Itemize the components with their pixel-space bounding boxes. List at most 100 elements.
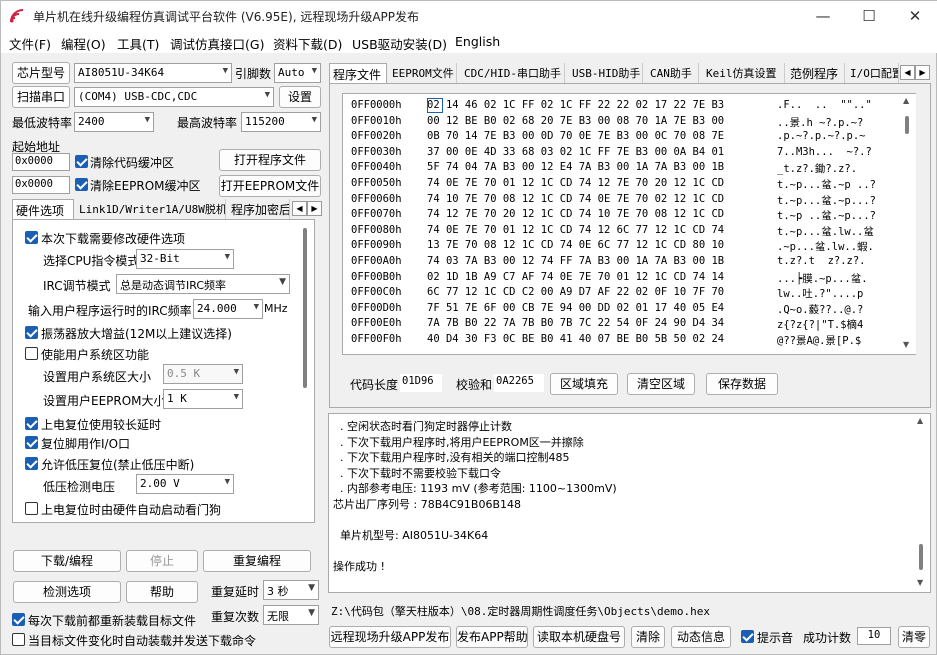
tab-scroll-right-icon[interactable]: ▶: [307, 201, 322, 216]
hex-row-bytes[interactable]: 02 14 46 02 1C FF 02 1C FF 22 22 02 17 2…: [427, 99, 724, 111]
scroll-up-icon[interactable]: ▲: [903, 96, 909, 105]
stop-button[interactable]: 停止: [126, 550, 198, 572]
lvd-voltage-label: 低压检测电压: [43, 480, 116, 494]
clear-eeprom-buffer-checkbox[interactable]: [75, 178, 88, 191]
irc-mode-select[interactable]: 总是动态调节IRC频率 ▼: [116, 274, 290, 294]
hex-row-bytes[interactable]: 5F 74 04 7A B3 00 12 E4 7A B3 00 1A 7A B…: [427, 161, 724, 173]
long-delay-checkbox[interactable]: [25, 417, 38, 430]
menu-download[interactable]: 资料下载(D): [273, 34, 342, 53]
tab-encryption[interactable]: 程序加密后: [228, 199, 290, 219]
open-program-file-button[interactable]: 打开程序文件: [219, 149, 321, 171]
beep-checkbox[interactable]: [741, 630, 754, 643]
reload-each-checkbox[interactable]: [12, 613, 25, 626]
tab-scroll-left-icon[interactable]: ◀: [900, 65, 915, 80]
tab-io-config[interactable]: I/O口配置: [847, 63, 899, 83]
tab-program-file[interactable]: 程序文件: [329, 63, 387, 83]
scroll-down-icon[interactable]: ▼: [903, 340, 909, 349]
max-baud-select[interactable]: 115200 ▼: [241, 112, 321, 132]
menu-file[interactable]: 文件(F): [9, 34, 51, 53]
menu-program[interactable]: 编程(O): [61, 34, 106, 53]
hex-editor[interactable]: 0FF0000h 02 14 46 02 1C FF 02 1C FF 22 22…: [342, 93, 916, 355]
menu-english[interactable]: English: [455, 34, 500, 49]
menu-debug[interactable]: 调试仿真接口(G): [170, 34, 264, 53]
irc-freq-input[interactable]: 24.000 ▼: [193, 299, 263, 319]
hex-scrollbar[interactable]: ▲ ▼: [899, 94, 916, 354]
check-options-button[interactable]: 检测选项: [13, 581, 121, 603]
hw-options-scroll-thumb[interactable]: [303, 228, 307, 388]
save-data-button[interactable]: 保存数据: [706, 373, 778, 395]
hex-row-bytes[interactable]: 74 03 7A B3 00 12 74 FF 7A B3 00 1A 7A B…: [427, 255, 724, 267]
cpu-mode-select[interactable]: 32-Bit ▼: [136, 249, 234, 269]
hex-row-bytes[interactable]: 74 0E 7E 70 01 12 1C CD 74 12 6C 77 12 1…: [427, 224, 724, 236]
hex-row-bytes[interactable]: 0B 70 14 7E B3 00 0D 70 0E 7E B3 00 0C 7…: [427, 130, 724, 142]
open-eeprom-file-button[interactable]: 打开EEPROM文件: [219, 175, 321, 197]
port-select[interactable]: (COM4) USB-CDC,CDC ▼: [74, 87, 274, 107]
lvd-voltage-select[interactable]: 2.00 V ▼: [136, 474, 234, 494]
log-scroll-thumb[interactable]: [919, 544, 923, 570]
osc-gain-checkbox[interactable]: [25, 326, 38, 339]
auto-reload-checkbox[interactable]: [12, 633, 25, 646]
hex-row-bytes[interactable]: 40 D4 30 F3 0C BE B0 41 40 07 BE B0 5B 5…: [427, 333, 724, 345]
repeat-delay-select[interactable]: 3 秒 ▼: [263, 580, 319, 600]
tab-eeprom-file[interactable]: EEPROM文件: [389, 63, 457, 83]
log-scrollbar[interactable]: ▲ ▼: [913, 414, 930, 592]
hex-row-bytes[interactable]: 7F 51 7E 6F 00 CB 7E 94 00 DD 02 01 17 4…: [427, 302, 724, 314]
tab-can[interactable]: CAN助手: [647, 63, 699, 83]
dynamic-info-button[interactable]: 动态信息: [671, 626, 731, 648]
clear-area-button[interactable]: 清空区域: [627, 373, 695, 395]
hw-watchdog-checkbox[interactable]: [25, 502, 38, 515]
scan-port-button[interactable]: 扫描串口: [12, 86, 70, 108]
system-area-size-select[interactable]: 0.5 K ▼: [163, 364, 243, 384]
read-disk-id-button[interactable]: 读取本机硬盘号: [533, 626, 625, 648]
chip-type-select[interactable]: AI8051U-34K64 ▼: [74, 63, 232, 83]
eeprom-start-address-input[interactable]: 0x0000: [12, 176, 70, 194]
tab-scroll-left-icon[interactable]: ◀: [292, 201, 307, 216]
menu-tools[interactable]: 工具(T): [117, 34, 159, 53]
tab-hardware-options[interactable]: 硬件选项: [12, 199, 74, 219]
low-voltage-reset-checkbox[interactable]: [25, 457, 38, 470]
repeat-count-select[interactable]: 无限 ▼: [263, 605, 319, 625]
tab-examples[interactable]: 范例程序: [787, 63, 845, 83]
tab-usb-hid[interactable]: USB-HID助手: [569, 63, 643, 83]
menu-usb-driver[interactable]: USB驱动安装(D): [352, 34, 447, 53]
chevron-down-icon: ▼: [253, 302, 259, 312]
hex-row-bytes[interactable]: 13 7E 70 08 12 1C CD 74 0E 6C 77 12 1C C…: [427, 239, 724, 251]
tab-keil-sim[interactable]: Keil仿真设置: [703, 63, 785, 83]
scroll-down-icon[interactable]: ▼: [917, 578, 923, 587]
hex-row-bytes[interactable]: 74 10 7E 70 08 12 1C CD 74 0E 7E 70 02 1…: [427, 193, 724, 205]
hex-row-bytes[interactable]: 02 1D 1B A9 C7 AF 74 0E 7E 70 01 12 1C C…: [427, 271, 724, 283]
tab-offline-writer[interactable]: Link1D/Writer1A/U8W脱机: [76, 199, 226, 219]
hex-row-bytes[interactable]: 74 0E 7E 70 01 12 1C CD 74 12 7E 70 20 1…: [427, 177, 724, 189]
tab-scroll-right-icon[interactable]: ▶: [915, 65, 930, 80]
port-settings-button[interactable]: 设置: [279, 86, 321, 108]
fill-area-button[interactable]: 区域填充: [550, 373, 618, 395]
modify-hw-checkbox[interactable]: [25, 231, 38, 244]
maximize-button[interactable]: ☐: [846, 1, 892, 31]
remote-upgrade-publish-button[interactable]: 远程现场升级APP发布: [329, 626, 451, 648]
minimize-button[interactable]: —: [800, 1, 846, 31]
user-system-area-checkbox[interactable]: [25, 347, 38, 360]
tab-cdc-serial[interactable]: CDC/HID-串口助手: [461, 63, 565, 83]
hex-row-bytes[interactable]: 74 12 7E 70 20 12 1C CD 74 10 7E 70 08 1…: [427, 208, 724, 220]
hex-row-bytes[interactable]: 7A 7B B0 22 7A 7B B0 7B 7C 22 54 0F 24 9…: [427, 317, 724, 329]
hex-row-bytes[interactable]: 37 00 0E 4D 33 68 03 02 1C FF 7E B3 00 0…: [427, 146, 724, 158]
help-button[interactable]: 帮助: [126, 581, 198, 603]
reset-count-button[interactable]: 清零: [898, 626, 930, 648]
hex-row-bytes[interactable]: 6C 77 12 1C CD C2 00 A9 D7 AF 22 02 0F 1…: [427, 286, 724, 298]
log-output[interactable]: . 空闲状态时看门狗定时器停止计数 . 下次下载用户程序时,将用户EEPROM区…: [328, 413, 931, 593]
hex-row-bytes[interactable]: 00 12 BE B0 02 68 20 7E B3 00 08 70 1A 7…: [427, 115, 724, 127]
hw-options-scrollbar[interactable]: [297, 220, 314, 522]
eeprom-size-select[interactable]: 1 K ▼: [163, 389, 243, 409]
publish-help-button[interactable]: 发布APP帮助: [456, 626, 528, 648]
reprogram-button[interactable]: 重复编程: [203, 550, 311, 572]
download-program-button[interactable]: 下载/编程: [13, 550, 121, 572]
clear-code-buffer-checkbox[interactable]: [75, 155, 88, 168]
code-start-address-input[interactable]: 0x0000: [12, 153, 70, 171]
clear-log-button[interactable]: 清除: [631, 626, 665, 648]
reset-pin-io-checkbox[interactable]: [25, 436, 38, 449]
hex-scroll-thumb[interactable]: [905, 116, 909, 134]
scroll-up-icon[interactable]: ▲: [917, 416, 923, 425]
min-baud-select[interactable]: 2400 ▼: [74, 112, 154, 132]
close-button[interactable]: ✕: [892, 1, 937, 31]
pin-count-select[interactable]: Auto ▼: [274, 63, 321, 83]
